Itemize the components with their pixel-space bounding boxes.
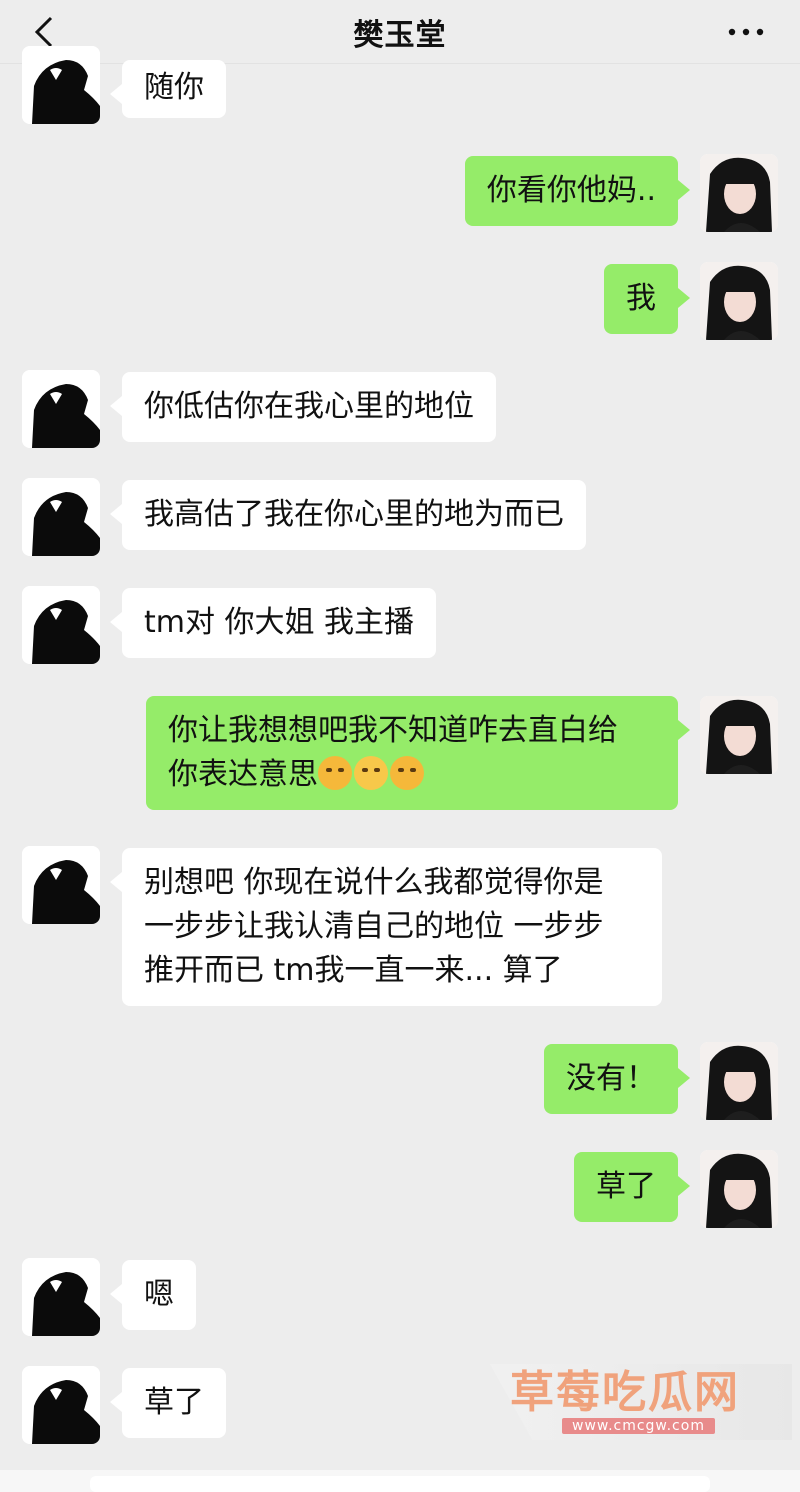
message-text-line: 别想吧 你现在说什么我都觉得你是	[144, 865, 604, 900]
message-text: 草了	[596, 1169, 656, 1204]
message-text-line: 你让我想想吧我不知道咋去直白给	[168, 713, 618, 748]
message-text-line: 推开而已 tm我一直一来... 算了	[144, 953, 563, 988]
watermark-logo-text: 草莓吃瓜网	[510, 1367, 740, 1418]
back-button[interactable]	[26, 14, 62, 50]
message-bubble[interactable]: 你让我想想吧我不知道咋去直白给 你表达意思	[146, 696, 690, 810]
message-text: 嗯	[144, 1277, 174, 1312]
message-text: 我高估了我在你心里的地为而已	[144, 497, 564, 532]
message-bubble[interactable]: 我	[604, 264, 690, 334]
message-bubble[interactable]: 我高估了我在你心里的地为而已	[110, 480, 586, 550]
my-avatar[interactable]	[700, 154, 778, 232]
message-text: tm对 你大姐 我主播	[144, 605, 415, 640]
message-bubble[interactable]: 嗯	[110, 1260, 196, 1330]
message-text: 你看你他妈..	[486, 173, 656, 208]
my-avatar[interactable]	[700, 1042, 778, 1120]
tired-face-icon	[390, 756, 424, 790]
message-text-line: 一步步让我认清自己的地位 一步步	[144, 909, 604, 944]
crying-face-icon	[354, 756, 388, 790]
contact-avatar[interactable]	[22, 370, 100, 448]
chat-title: 樊玉堂	[353, 17, 447, 53]
my-avatar[interactable]	[700, 262, 778, 340]
message-text-line: 你表达意思	[168, 757, 318, 792]
worried-face-icon	[318, 756, 352, 790]
my-avatar[interactable]	[700, 696, 778, 774]
message-bubble[interactable]: tm对 你大姐 我主播	[109, 588, 437, 658]
contact-avatar[interactable]	[22, 1258, 100, 1336]
chevron-left-icon	[34, 16, 53, 48]
message-bubble[interactable]: 你看你他妈..	[464, 156, 691, 226]
more-icon	[728, 28, 764, 36]
contact-avatar[interactable]	[22, 46, 100, 124]
watermark-url: www.cmcgw.com	[562, 1418, 715, 1434]
message-bubble[interactable]: 你低估你在我心里的地位	[110, 372, 496, 442]
message-bubble[interactable]: 别想吧 你现在说什么我都觉得你是 一步步让我认清自己的地位 一步步 推开而已 t…	[110, 848, 662, 1006]
message-text: 随你	[144, 70, 204, 105]
contact-avatar[interactable]	[22, 478, 100, 556]
contact-avatar[interactable]	[22, 1366, 100, 1444]
chat-header: 樊玉堂	[0, 0, 800, 64]
message-bubble[interactable]: 没有！	[544, 1044, 690, 1114]
message-text: 草了	[144, 1385, 204, 1420]
message-text: 你低估你在我心里的地位	[144, 389, 474, 424]
message-bubble[interactable]: 草了	[574, 1152, 690, 1222]
message-text: 没有！	[566, 1061, 656, 1096]
message-input[interactable]	[90, 1476, 710, 1492]
message-bubble[interactable]: 草了	[110, 1368, 226, 1438]
contact-avatar[interactable]	[22, 846, 100, 924]
message-text: 我	[626, 281, 656, 316]
message-bubble[interactable]: 随你	[110, 60, 226, 118]
contact-avatar[interactable]	[22, 586, 100, 664]
my-avatar[interactable]	[700, 1150, 778, 1228]
message-text-line: 你表达意思	[168, 753, 656, 797]
more-options-button[interactable]	[726, 20, 766, 44]
